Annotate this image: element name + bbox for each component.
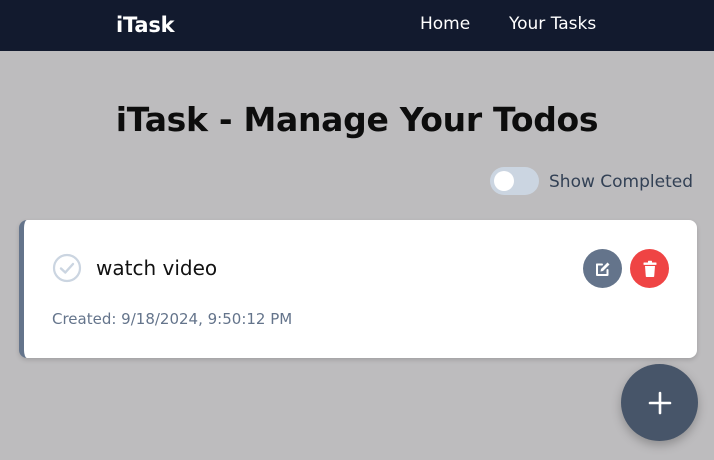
edit-icon — [595, 262, 609, 276]
check-circle-icon[interactable] — [52, 253, 82, 283]
task-card: watch video Created: 9/18/2024, 9:50:12 … — [19, 220, 697, 358]
task-title: watch video — [96, 256, 218, 280]
delete-task-button[interactable] — [630, 249, 669, 288]
edit-task-button[interactable] — [583, 249, 622, 288]
brand-logo[interactable]: iTask — [116, 13, 175, 37]
plus-icon — [648, 391, 671, 414]
show-completed-toggle[interactable] — [490, 167, 539, 195]
task-created-date: Created: 9/18/2024, 9:50:12 PM — [52, 310, 293, 328]
show-completed-label: Show Completed — [549, 172, 693, 192]
navbar: iTask Home Your Tasks — [0, 0, 714, 51]
nav-link-home[interactable]: Home — [420, 14, 470, 34]
trash-icon — [643, 260, 656, 277]
nav-link-your-tasks[interactable]: Your Tasks — [509, 14, 596, 34]
page-title: iTask - Manage Your Todos — [115, 100, 599, 139]
add-task-button[interactable] — [621, 364, 698, 441]
toggle-knob — [494, 171, 514, 191]
